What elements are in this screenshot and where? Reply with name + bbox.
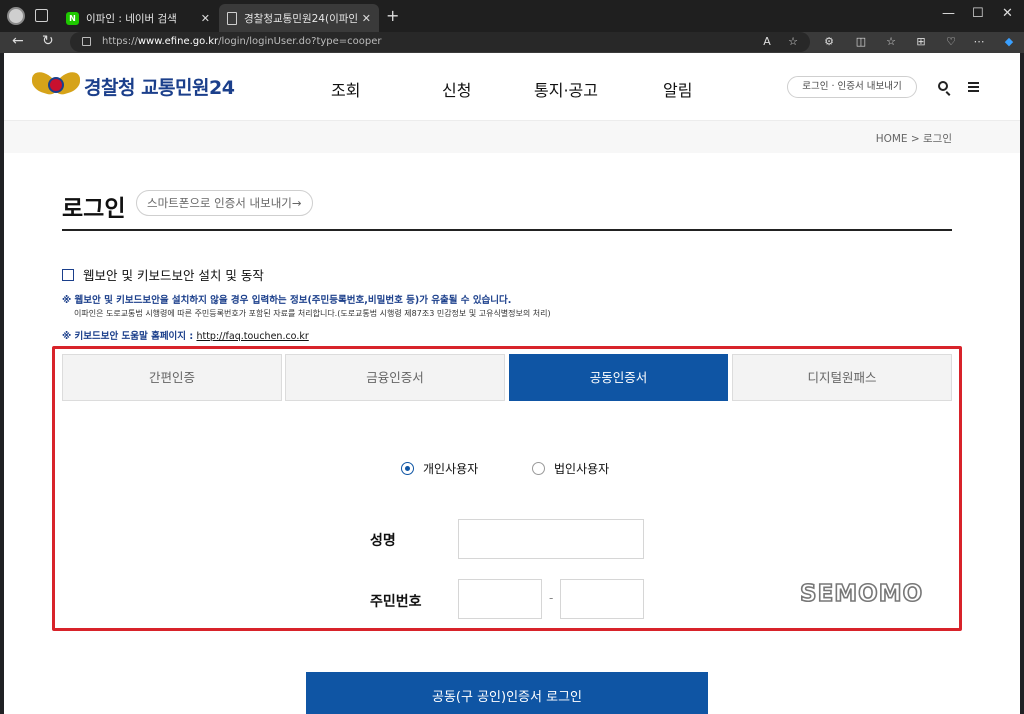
radio-personal-label: 개인사용자 xyxy=(423,462,479,476)
browser-tab-bar: N 이파인 : 네이버 검색 ✕ 경찰청교통민원24(이파인) ✕ + — ☐ … xyxy=(0,0,1024,32)
menu-notice[interactable]: 통지·공고 xyxy=(534,77,598,101)
url-prefix: https:// xyxy=(102,36,138,47)
rrn-first-input[interactable] xyxy=(458,579,542,619)
address-toolbar: ← ↻ https://www.efine.go.kr/login/loginU… xyxy=(0,32,1024,53)
search-icon[interactable] xyxy=(938,81,948,91)
security-check-label: 웹보안 및 키보드보안 설치 및 동작 xyxy=(83,268,264,283)
favorites-icon[interactable]: ☆ xyxy=(884,35,898,49)
radio-personal-icon[interactable] xyxy=(401,462,414,475)
read-aloud-icon[interactable]: A xyxy=(760,35,774,49)
naver-favicon-icon: N xyxy=(66,11,79,25)
tab-title: 경찰청교통민원24(이파인) xyxy=(244,12,358,25)
menu-alert[interactable]: 알림 xyxy=(663,77,692,101)
title-row: 로그인 스마트폰으로 인증서 내보내기→ xyxy=(62,187,952,231)
security-check-row[interactable]: 웹보안 및 키보드보안 설치 및 동작 xyxy=(62,265,264,284)
radio-corporate-icon[interactable] xyxy=(532,462,545,475)
url-path: /login/loginUser.do?type=cooper xyxy=(218,36,382,47)
hamburger-menu-icon[interactable] xyxy=(968,82,979,92)
radio-personal-user[interactable]: 개인사용자 xyxy=(401,460,478,477)
police-emblem-icon xyxy=(32,69,80,103)
tab-simple-auth[interactable]: 간편인증 xyxy=(62,354,282,401)
browser-tab-efine[interactable]: 경찰청교통민원24(이파인) ✕ xyxy=(219,4,379,32)
keyboard-help-note: ※ 키보드보안 도움말 홈페이지 : http://faq.touchen.co… xyxy=(62,328,309,342)
watermark-text: SEMOMO xyxy=(799,580,924,608)
back-icon[interactable]: ← xyxy=(12,33,24,49)
close-tab-icon[interactable]: ✕ xyxy=(362,12,371,25)
close-tab-icon[interactable]: ✕ xyxy=(201,12,210,25)
rrn-dash: - xyxy=(549,591,554,605)
rrn-second-input[interactable] xyxy=(560,579,644,619)
new-tab-icon[interactable]: + xyxy=(386,6,399,25)
name-input[interactable] xyxy=(458,519,644,559)
refresh-icon[interactable]: ↻ xyxy=(42,33,54,49)
menu-inquiry[interactable]: 조회 xyxy=(331,77,360,101)
more-icon[interactable]: ⋯ xyxy=(972,35,986,49)
breadcrumb: HOME > 로그인 xyxy=(875,133,952,145)
url-host: www.efine.go.kr xyxy=(137,36,219,47)
health-icon[interactable]: ♡ xyxy=(944,35,958,49)
breadcrumb-bar: HOME > 로그인 xyxy=(4,121,1020,153)
radio-corporate-user[interactable]: 법인사용자 xyxy=(532,460,609,477)
split-screen-icon[interactable]: ◫ xyxy=(854,35,868,49)
close-window-icon[interactable]: ✕ xyxy=(1002,6,1013,21)
keyboard-help-link[interactable]: http://faq.touchen.co.kr xyxy=(196,331,308,342)
page-favicon-icon xyxy=(227,11,237,25)
logo-text-police: 경찰청 xyxy=(84,76,135,99)
profile-avatar-icon[interactable] xyxy=(7,7,25,25)
security-checkbox[interactable] xyxy=(62,268,74,281)
browser-tab-naver[interactable]: N 이파인 : 네이버 검색 ✕ xyxy=(58,4,218,32)
favorite-star-icon[interactable]: ☆ xyxy=(786,35,800,49)
tab-joint-cert[interactable]: 공동인증서 xyxy=(509,354,728,401)
lock-icon xyxy=(82,37,91,46)
menu-apply[interactable]: 신청 xyxy=(442,77,471,101)
site-logo[interactable]: 경찰청 교통민원24 xyxy=(32,69,235,103)
tab-actions-icon[interactable] xyxy=(35,9,48,22)
maximize-icon[interactable]: ☐ xyxy=(972,6,984,21)
radio-corporate-label: 법인사용자 xyxy=(554,462,610,476)
url-bar[interactable]: https://www.efine.go.kr/login/loginUser.… xyxy=(70,32,810,52)
logo-text-service: 교통민원24 xyxy=(141,76,235,99)
copilot-icon[interactable]: ◆ xyxy=(1002,35,1016,49)
joint-cert-login-button[interactable]: 공동(구 공인)인증서 로그인 xyxy=(306,672,708,714)
minimize-icon[interactable]: — xyxy=(942,6,955,21)
page-title: 로그인 xyxy=(62,196,126,222)
extensions-icon[interactable]: ⚙ xyxy=(822,35,836,49)
security-warning-note: ※ 웹보안 및 키보드보안을 설치하지 않을 경우 입력하는 정보(주민등록번호… xyxy=(62,295,512,306)
web-page: 경찰청 교통민원24 조회 신청 통지·공고 알림 로그인 · 인증서 내보내기… xyxy=(4,53,1020,714)
name-label: 성명 xyxy=(370,533,396,549)
tab-title: 이파인 : 네이버 검색 xyxy=(86,12,177,25)
rrn-label: 주민번호 xyxy=(370,594,422,610)
site-header: 경찰청 교통민원24 조회 신청 통지·공고 알림 로그인 · 인증서 내보내기 xyxy=(4,53,1020,121)
keyboard-help-prefix: ※ 키보드보안 도움말 홈페이지 : xyxy=(62,331,197,342)
collections-icon[interactable]: ⊞ xyxy=(914,35,928,49)
privacy-notice: 이파인은 도로교통법 시행령에 따른 주민등록번호가 포함된 자료를 처리합니다… xyxy=(74,309,551,318)
smartphone-export-button[interactable]: 스마트폰으로 인증서 내보내기→ xyxy=(136,190,313,216)
tab-digital-onepass[interactable]: 디지털원패스 xyxy=(732,354,952,401)
login-export-button[interactable]: 로그인 · 인증서 내보내기 xyxy=(787,76,917,98)
tab-financial-cert[interactable]: 금융인증서 xyxy=(285,354,505,401)
